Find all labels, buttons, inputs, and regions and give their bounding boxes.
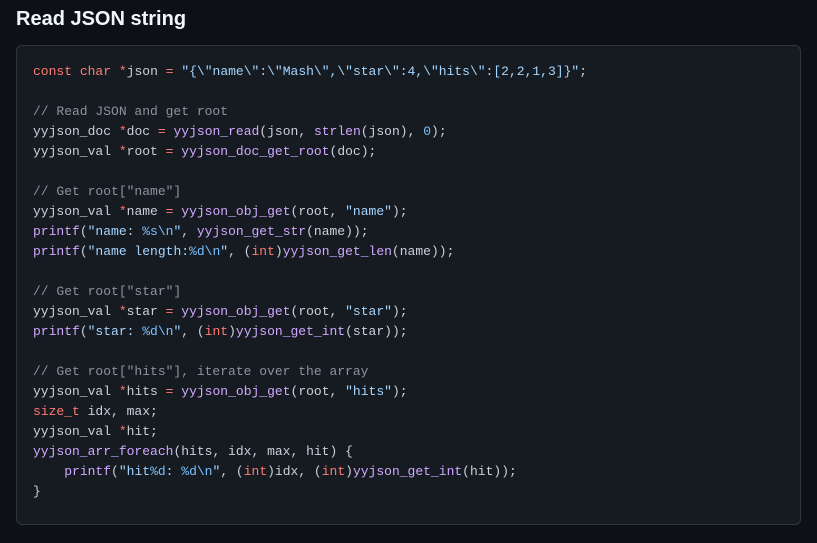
code-line: yyjson_val *star = yyjson_obj_get(root, … [33, 304, 408, 319]
code-line: // Read JSON and get root [33, 104, 228, 119]
code-line: size_t idx, max; [33, 404, 158, 419]
code-line: const char *json = "{\"name\":\"Mash\",\… [33, 64, 587, 79]
code-line: yyjson_val *root = yyjson_doc_get_root(d… [33, 144, 376, 159]
code-line: // Free the doc [33, 524, 150, 525]
code-line: yyjson_val *name = yyjson_obj_get(root, … [33, 204, 408, 219]
code-line: } [33, 484, 41, 499]
code-block: const char *json = "{\"name\":\"Mash\",\… [16, 45, 801, 525]
code-line: yyjson_arr_foreach(hits, idx, max, hit) … [33, 444, 353, 459]
code-line: printf("hit%d: %d\n", (int)idx, (int)yyj… [33, 464, 517, 479]
code-line: printf("name length:%d\n", (int)yyjson_g… [33, 244, 454, 259]
code-line: // Get root["star"] [33, 284, 181, 299]
code-line: printf("name: %s\n", yyjson_get_str(name… [33, 224, 369, 239]
section-heading: Read JSON string [16, 0, 801, 45]
code-line: yyjson_val *hit; [33, 424, 158, 439]
code-line: printf("star: %d\n", (int)yyjson_get_int… [33, 324, 408, 339]
code-line: // Get root["hits"], iterate over the ar… [33, 364, 368, 379]
code-line: // Get root["name"] [33, 184, 181, 199]
code-line: yyjson_doc *doc = yyjson_read(json, strl… [33, 124, 447, 139]
code-line: yyjson_val *hits = yyjson_obj_get(root, … [33, 384, 408, 399]
